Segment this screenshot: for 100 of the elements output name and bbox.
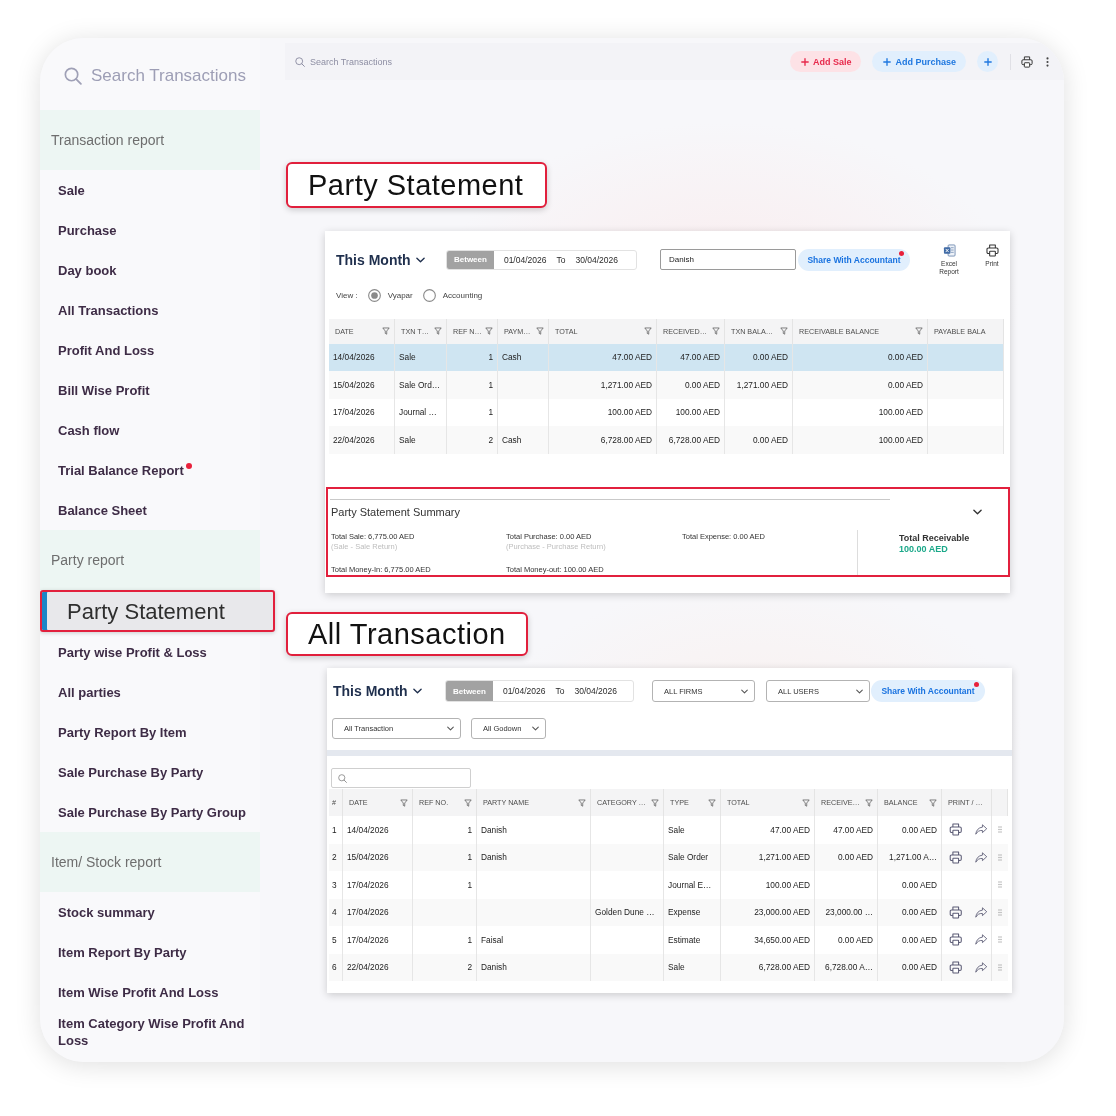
filter-icon[interactable] <box>712 327 720 336</box>
chevron-down-icon <box>412 688 422 694</box>
sidebar-item[interactable]: Sale Purchase By Party Group <box>40 792 260 832</box>
range-label: Between <box>446 681 493 701</box>
printer-icon[interactable] <box>949 960 963 974</box>
table-cell: 6,728.00 A… <box>815 953 878 981</box>
table-cell: Sale Ord… <box>395 371 447 399</box>
to-label: To <box>555 253 566 267</box>
table-row[interactable]: 4 17/04/2026 Golden Dune … Expense 23,000.00 AED 23,000.00 … 0.00 AED <box>329 898 1008 926</box>
search-field[interactable]: Search Transactions <box>310 56 420 67</box>
table-row[interactable]: 2 15/04/2026 1 Danish Sale Order 1,271.00 AED 0.00 AED 1,271.00 A… <box>329 843 1008 871</box>
grip-dots-icon[interactable] <box>998 853 1002 861</box>
printer-icon[interactable] <box>949 905 963 919</box>
printer-icon[interactable] <box>1021 55 1033 68</box>
table-cell: 6 <box>329 953 343 981</box>
date-range-field[interactable]: Between 01/04/2026 To 30/04/2026 <box>445 680 634 702</box>
table-row[interactable]: 6 22/04/2026 2 Danish Sale 6,728.00 AED 6,728.00 A… 0.00 AED <box>329 953 1008 981</box>
sidebar-item[interactable]: Sale Purchase By Party <box>40 752 260 792</box>
sidebar-item[interactable]: Bill Wise Profit <box>40 370 260 410</box>
table-cell: 1 <box>413 926 477 954</box>
sidebar-item[interactable]: Item Report By Party <box>40 932 260 972</box>
filter-icon[interactable] <box>802 798 810 807</box>
sidebar-item[interactable]: Party Report By Item <box>40 712 260 752</box>
printer-icon[interactable] <box>949 933 963 947</box>
radio-button[interactable] <box>422 289 436 303</box>
grip-dots-icon[interactable] <box>998 908 1002 916</box>
sidebar-item[interactable]: Sale <box>40 170 260 210</box>
sidebar-item[interactable]: Trial Balance Report <box>40 450 260 490</box>
to-date: 30/04/2026 <box>574 253 618 267</box>
sidebar-item[interactable]: Cash flow <box>40 410 260 450</box>
curved-arrow-icon[interactable] <box>975 906 988 918</box>
grip-dots-icon[interactable] <box>998 826 1002 834</box>
filter-icon[interactable] <box>644 327 652 336</box>
grip-dots-icon[interactable] <box>998 936 1002 944</box>
filter-icon[interactable] <box>708 798 716 807</box>
curved-arrow-icon[interactable] <box>975 851 988 863</box>
filter-icon[interactable] <box>536 327 544 336</box>
grip-dots-icon[interactable] <box>998 881 1002 889</box>
sidebar-item[interactable]: All parties <box>40 672 260 712</box>
share-button[interactable]: Share With Accountant <box>871 680 985 702</box>
sidebar-item[interactable]: All Transactions <box>40 290 260 330</box>
filter-icon[interactable] <box>464 798 472 807</box>
table-cell: 1 <box>329 816 343 844</box>
curved-arrow-icon[interactable] <box>975 824 988 836</box>
table-cell: 0.00 AED <box>878 871 942 899</box>
filter-icon[interactable] <box>780 327 788 336</box>
printer-icon[interactable] <box>949 850 963 864</box>
search-icon <box>338 773 347 783</box>
summary-title: Party Statement Summary <box>331 505 460 518</box>
period-dropdown[interactable]: This Month <box>333 683 445 699</box>
sidebar-item[interactable]: Purchase <box>40 210 260 250</box>
more-icon[interactable] <box>1046 56 1049 67</box>
search-field[interactable]: Search Transactions <box>91 66 261 86</box>
sidebar-item[interactable]: Item Wise Profit And Loss <box>40 972 260 1012</box>
sidebar-item[interactable]: Party Statement <box>40 590 275 632</box>
filter-icon[interactable] <box>651 798 659 807</box>
filter-icon[interactable] <box>382 327 390 336</box>
grip-dots-icon[interactable] <box>998 963 1002 971</box>
curved-arrow-icon[interactable] <box>975 934 988 946</box>
table-row[interactable]: 22/04/2026 Sale 2 Cash 6,728.00 AED 6,728.00 AED 0.00 AED 100.00 AED <box>329 426 1004 454</box>
period-dropdown[interactable]: This Month <box>336 251 446 268</box>
filter-icon[interactable] <box>915 327 923 336</box>
table-cell: 6,728.00 AED <box>721 953 815 981</box>
date-range-field[interactable]: Between 01/04/2026 To 30/04/2026 <box>446 249 637 270</box>
search-field[interactable] <box>331 768 471 788</box>
filter-icon[interactable] <box>929 798 937 807</box>
sidebar-item[interactable]: Profit And Loss <box>40 330 260 370</box>
chevron-down-icon <box>741 688 748 694</box>
table-cell: 0.00 AED <box>878 926 942 954</box>
radio-label[interactable]: Vyapar <box>387 291 413 301</box>
radio-button[interactable] <box>367 289 381 303</box>
curved-arrow-icon[interactable] <box>975 961 988 973</box>
add-purchase-button[interactable]: Add Purchase <box>872 51 966 72</box>
table-cell: 1 <box>413 871 477 899</box>
table-cell: Danish <box>477 816 591 844</box>
sidebar-item[interactable]: Day book <box>40 250 260 290</box>
table-row[interactable]: 14/04/2026 Sale 1 Cash 47.00 AED 47.00 AED 0.00 AED 0.00 AED <box>329 343 1004 372</box>
chevron-down-icon[interactable] <box>973 508 982 515</box>
filter-icon[interactable] <box>434 327 442 336</box>
sidebar-item[interactable]: Stock summary <box>40 892 260 932</box>
radio-label[interactable]: Accounting <box>442 291 483 301</box>
add-button[interactable] <box>977 51 998 72</box>
range-label: Between <box>447 250 494 269</box>
table-cell: 100.00 AED <box>793 426 928 454</box>
filter-icon[interactable] <box>865 798 873 807</box>
sidebar-item[interactable]: Party wise Profit & Loss <box>40 632 260 672</box>
party-field[interactable]: Danish <box>660 249 796 271</box>
callout-label: Party Statement <box>286 162 547 208</box>
printer-icon[interactable] <box>949 823 963 837</box>
section-header: Transaction report <box>40 110 260 170</box>
sidebar-item[interactable]: Item Category Wise Profit And Loss <box>40 1012 260 1052</box>
add-sale-button[interactable]: Add Sale <box>789 51 862 72</box>
share-button[interactable]: Share With Accountant <box>798 248 910 271</box>
table-cell: 0.00 AED <box>725 426 793 454</box>
filter-icon[interactable] <box>485 327 493 336</box>
filter-icon[interactable] <box>400 798 408 807</box>
sidebar-item[interactable]: Balance Sheet <box>40 490 260 530</box>
table-row[interactable]: 15/04/2026 Sale Ord… 1 1,271.00 AED 0.00 AED 1,271.00 AED 0.00 AED <box>329 371 1004 399</box>
spreadsheet-icon <box>942 244 956 257</box>
filter-icon[interactable] <box>578 798 586 807</box>
